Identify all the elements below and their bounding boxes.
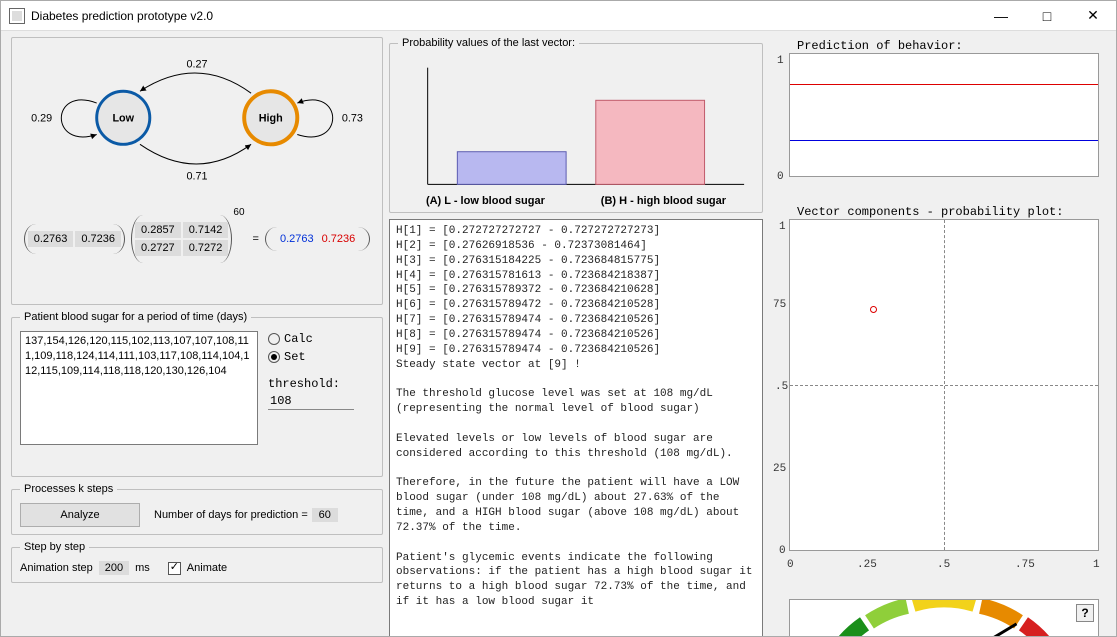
svg-text:0.73: 0.73 (342, 113, 363, 125)
step-by-step-panel: Step by step Animation step 200 ms Anima… (11, 541, 383, 583)
radio-calc-dot (268, 333, 280, 345)
window-title: Diabetes prediction prototype v2.0 (31, 9, 978, 23)
gauge-panel: ? (789, 599, 1099, 636)
probability-chart-panel: Probability values of the last vector: (… (389, 37, 763, 213)
svg-text:0.29: 0.29 (31, 113, 52, 125)
result-low: 0.2763 (280, 233, 314, 245)
probability-bar-chart (398, 57, 754, 197)
behavior-plot (789, 53, 1099, 177)
anim-step-value[interactable]: 200 (99, 561, 129, 575)
vec-l1: 0.7236 (75, 231, 121, 247)
anim-step-label: Animation step (20, 562, 93, 574)
processes-panel: Processes k steps Analyze Number of days… (11, 483, 383, 535)
vec-l0: 0.2763 (28, 231, 74, 247)
animate-label: Animate (187, 562, 227, 574)
bar-low (457, 152, 566, 185)
low-node: Low (97, 91, 150, 144)
gauge-needle (944, 624, 1017, 636)
vector-plot-panel: Vector components - probability plot: 1 … (769, 203, 1099, 593)
high-node: High (244, 91, 297, 144)
radio-calc[interactable]: Calc (268, 331, 358, 347)
animate-checkbox[interactable] (168, 562, 181, 575)
maximize-button[interactable]: □ (1024, 1, 1070, 31)
analyze-button[interactable]: Analyze (20, 503, 140, 527)
behavior-title: Prediction of behavior: (797, 39, 1099, 53)
output-log[interactable]: H[1] = [0.272727272727 - 0.727272727273]… (389, 219, 763, 636)
blood-sugar-panel: Patient blood sugar for a period of time… (11, 311, 383, 477)
app-icon (9, 8, 25, 24)
gauge-help-button[interactable]: ? (1076, 604, 1094, 622)
radio-set-dot (268, 351, 280, 363)
svg-text:High: High (259, 113, 283, 125)
vector-plot (789, 219, 1099, 551)
close-button[interactable]: ✕ (1070, 1, 1116, 31)
anim-step-unit: ms (135, 562, 150, 574)
result-high: 0.7236 (322, 233, 356, 245)
numdays-value[interactable]: 60 (312, 508, 338, 522)
vector-point (870, 306, 877, 313)
threshold-input[interactable] (268, 393, 354, 410)
exponent: 60 (233, 207, 244, 218)
minimize-button[interactable]: ― (978, 1, 1024, 31)
threshold-label: threshold: (268, 377, 358, 391)
svg-text:0.27: 0.27 (186, 59, 207, 71)
radio-set[interactable]: Set (268, 349, 358, 365)
markov-diagram-panel: Low High 0.27 0.71 0.29 0.73 0.2763 0. (11, 37, 383, 305)
blood-sugar-legend: Patient blood sugar for a period of time… (20, 311, 251, 323)
blood-sugar-series-input[interactable] (20, 331, 258, 445)
bar-high (596, 100, 705, 184)
vector-plot-title: Vector components - probability plot: (797, 205, 1099, 219)
behavior-plot-panel: Prediction of behavior: 1 0 (769, 37, 1099, 197)
svg-text:0.71: 0.71 (186, 171, 207, 183)
numdays-label: Number of days for prediction = (154, 509, 308, 521)
title-bar: Diabetes prediction prototype v2.0 ― □ ✕ (1, 1, 1116, 31)
behavior-red-line (790, 84, 1098, 85)
svg-text:Low: Low (112, 113, 134, 125)
behavior-blue-line (790, 140, 1098, 141)
gauge-svg (790, 600, 1098, 636)
